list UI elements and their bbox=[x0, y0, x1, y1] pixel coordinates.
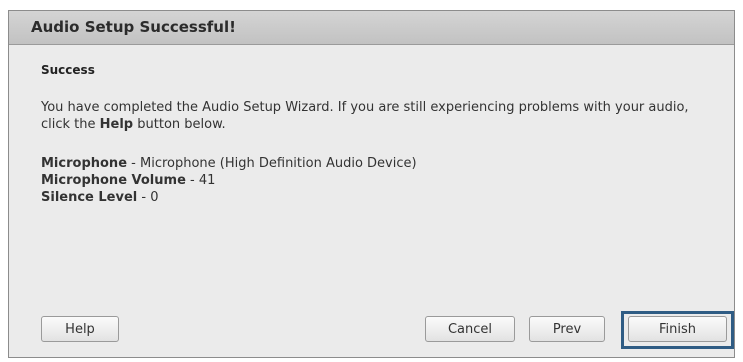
dialog-title: Audio Setup Successful! bbox=[31, 18, 236, 36]
message-help-word: Help bbox=[99, 117, 134, 132]
silence-level-label: Silence Level bbox=[41, 190, 138, 205]
microphone-info: Microphone - Microphone (High Definition… bbox=[41, 155, 714, 172]
message-text-end: button below. bbox=[133, 117, 226, 132]
completion-message: You have completed the Audio Setup Wizar… bbox=[41, 99, 714, 133]
cancel-button[interactable]: Cancel bbox=[425, 316, 515, 342]
microphone-volume-info: Microphone Volume - 41 bbox=[41, 172, 714, 189]
silence-level-info: Silence Level - 0 bbox=[41, 189, 714, 206]
help-button[interactable]: Help bbox=[41, 316, 119, 342]
finish-button[interactable]: Finish bbox=[628, 316, 727, 342]
microphone-label: Microphone bbox=[41, 156, 128, 171]
dialog-content: Success You have completed the Audio Set… bbox=[41, 63, 714, 206]
audio-setup-dialog: Audio Setup Successful! Success You have… bbox=[8, 10, 735, 358]
success-heading: Success bbox=[41, 63, 95, 77]
microphone-value: Microphone (High Definition Audio Device… bbox=[139, 156, 417, 171]
microphone-volume-separator: - bbox=[185, 173, 199, 188]
silence-level-value: 0 bbox=[150, 190, 159, 205]
microphone-separator: - bbox=[127, 156, 140, 171]
microphone-volume-value: 41 bbox=[198, 173, 216, 188]
dialog-titlebar: Audio Setup Successful! bbox=[9, 11, 734, 45]
prev-button[interactable]: Prev bbox=[529, 316, 605, 342]
silence-level-separator: - bbox=[137, 190, 151, 205]
microphone-volume-label: Microphone Volume bbox=[41, 173, 186, 188]
